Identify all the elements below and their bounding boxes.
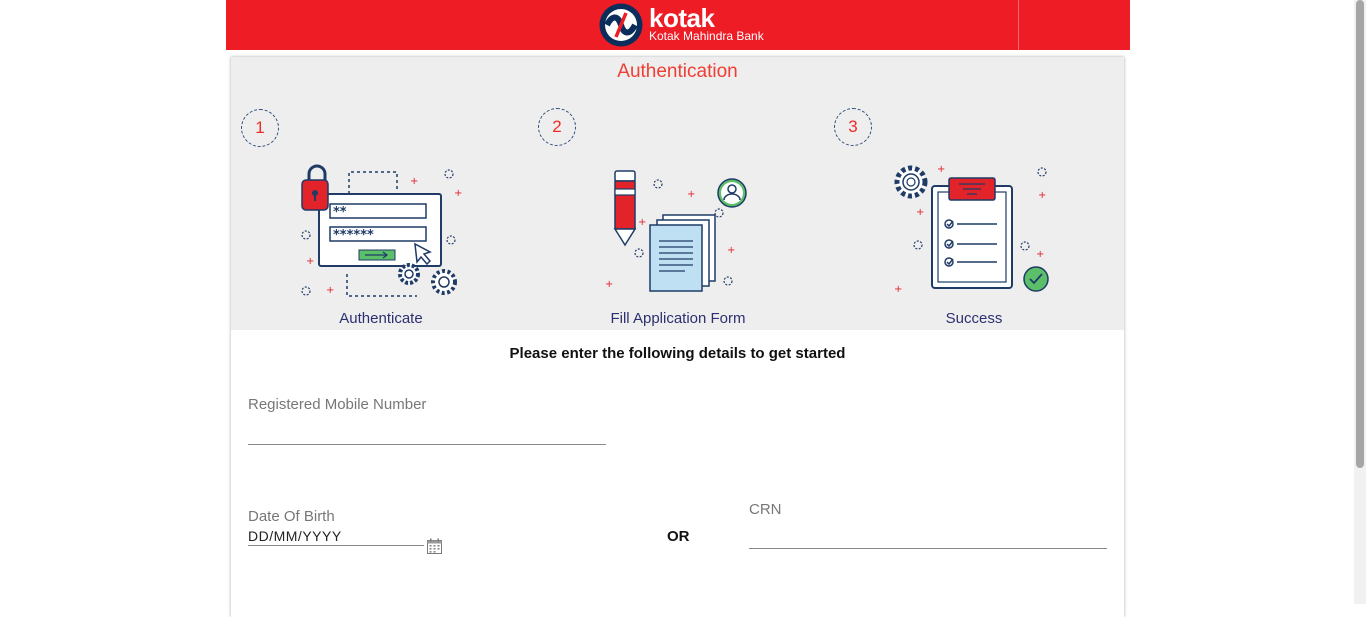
svg-text:+: +: [605, 279, 613, 290]
svg-text:**: **: [333, 205, 347, 220]
svg-text:+: +: [894, 284, 902, 295]
mobile-number-input[interactable]: [248, 444, 606, 445]
svg-text:+: +: [410, 176, 418, 187]
step-label-success: Success: [945, 310, 1003, 327]
kotak-logo-mark-icon: [599, 3, 643, 47]
svg-text:+: +: [1038, 190, 1046, 201]
header-divider: [1018, 0, 1019, 50]
crn-input[interactable]: [749, 548, 1107, 549]
step-number-3: 3: [834, 108, 872, 146]
brand-name: kotak: [649, 3, 715, 33]
calendar-icon[interactable]: [427, 538, 442, 554]
step-label-fill-application-form: Fill Application Form: [610, 310, 746, 327]
dob-underline: [248, 545, 424, 546]
step-number-2: 2: [538, 108, 576, 146]
kotak-logo[interactable]: kotak Kotak Mahindra Bank: [598, 3, 778, 47]
page-scrollbar[interactable]: [1354, 0, 1366, 604]
svg-text:+: +: [454, 188, 462, 199]
svg-text:+: +: [937, 164, 945, 175]
success-checklist-icon: + + + + +: [894, 164, 1049, 295]
form-illustration-icon: + + + +: [605, 170, 747, 292]
svg-text:+: +: [306, 256, 314, 267]
authentication-card: Authentication 1 ** ****** + + + + Authe…: [231, 57, 1124, 617]
dob-label: Date Of Birth: [248, 508, 335, 525]
svg-text:+: +: [1036, 249, 1044, 260]
svg-text:+: +: [916, 207, 924, 218]
page-title: Authentication: [617, 61, 738, 82]
svg-text:+: +: [638, 217, 646, 228]
steps-panel: Authentication 1 ** ****** + + + + Authe…: [231, 57, 1124, 330]
form-instruction: Please enter the following details to ge…: [509, 345, 846, 362]
or-separator: OR: [667, 528, 690, 545]
dob-input[interactable]: DD/MM/YYYY: [248, 528, 342, 544]
login-illustration-icon: ** ****** + + + +: [301, 164, 462, 297]
step-number-1: 1: [241, 109, 279, 147]
svg-text:+: +: [687, 189, 695, 200]
svg-text:******: ******: [333, 228, 374, 243]
svg-text:+: +: [326, 285, 334, 296]
brand-subtitle: Kotak Mahindra Bank: [649, 29, 764, 43]
svg-text:+: +: [727, 245, 735, 256]
step-label-authenticate: Authenticate: [339, 310, 423, 327]
scrollbar-thumb[interactable]: [1356, 0, 1364, 468]
crn-label[interactable]: CRN: [749, 501, 782, 519]
mobile-number-label[interactable]: Registered Mobile Number: [248, 396, 426, 414]
